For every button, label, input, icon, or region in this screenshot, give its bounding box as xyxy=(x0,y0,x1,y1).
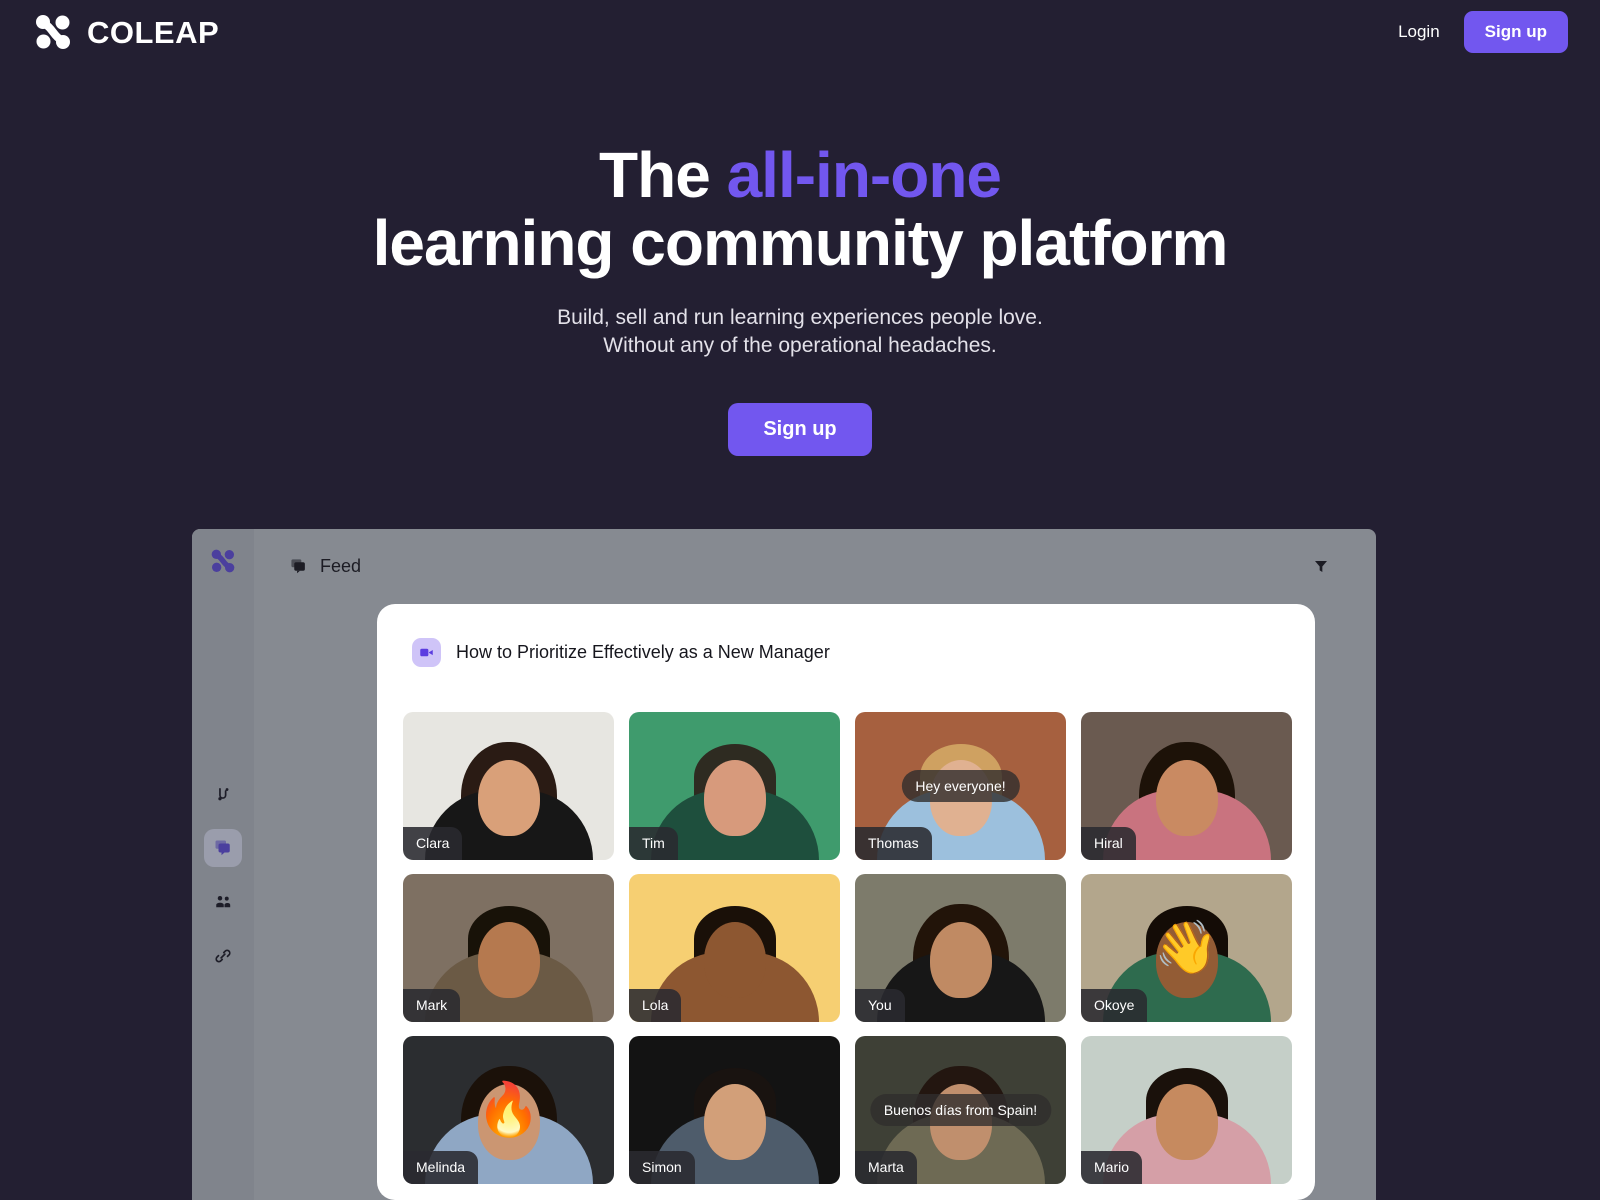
app-sidebar xyxy=(192,529,254,1200)
participant-name: Thomas xyxy=(855,827,932,860)
feed-post-title: How to Prioritize Effectively as a New M… xyxy=(456,641,830,662)
feed-tab-label: Feed xyxy=(320,555,362,576)
chat-bubble: Buenos días from Spain! xyxy=(869,1094,1052,1126)
hero-title-accent: all-in-one xyxy=(726,139,1002,211)
fire-emoji-icon: 🔥 xyxy=(476,1081,541,1139)
participant-tile[interactable]: Hiral xyxy=(1081,712,1292,860)
feed-post-header: How to Prioritize Effectively as a New M… xyxy=(412,630,1289,674)
path-route-icon xyxy=(217,787,228,800)
feed-chat-icon xyxy=(291,558,305,573)
hero-section: The all-in-one learning community platfo… xyxy=(0,64,1600,456)
participant-tile[interactable]: Clara xyxy=(403,712,614,860)
coleap-logo-icon[interactable] xyxy=(209,547,237,575)
participant-name: Simon xyxy=(629,1151,695,1184)
feed-tab[interactable]: Feed xyxy=(290,556,361,577)
participant-grid: Clara Tim Hey everyone! Thomas Hiral Mark Lola… xyxy=(403,712,1292,1184)
participant-name: You xyxy=(855,989,905,1022)
participant-tile[interactable]: Buenos días from Spain! Marta xyxy=(855,1036,1066,1184)
app-topbar: Feed xyxy=(254,529,1376,603)
participant-name: Mark xyxy=(403,989,461,1022)
coleap-logo-icon xyxy=(36,15,70,49)
portrait-head xyxy=(703,922,766,998)
video-badge xyxy=(412,637,441,667)
portrait-head xyxy=(477,760,540,836)
participant-tile[interactable]: 👋 Okoye xyxy=(1081,874,1292,1022)
sidebar-item-path[interactable] xyxy=(204,775,242,813)
brand-name: COLEAP xyxy=(87,14,220,50)
portrait-head xyxy=(1155,1084,1218,1160)
top-navigation: COLEAP Login Sign up xyxy=(0,0,1600,64)
portrait-head xyxy=(929,922,992,998)
sidebar-item-links[interactable] xyxy=(204,937,242,975)
feed-chat-icon xyxy=(215,840,230,856)
feed-post-card: How to Prioritize Effectively as a New M… xyxy=(377,604,1315,1200)
chat-bubble: Hey everyone! xyxy=(901,770,1020,802)
signup-button-nav[interactable]: Sign up xyxy=(1463,11,1568,53)
participant-name: Melinda xyxy=(403,1151,479,1184)
app-mockup: Feed How to Prioritize Effectively as a … xyxy=(192,529,1376,1200)
waving-hand-emoji-icon: 👋 xyxy=(1154,919,1219,977)
login-link[interactable]: Login xyxy=(1398,22,1440,42)
participant-tile[interactable]: You xyxy=(855,874,1066,1022)
participant-name: Marta xyxy=(855,1151,917,1184)
hero-title-line2: learning community platform xyxy=(372,207,1229,280)
portrait-head xyxy=(477,922,540,998)
participant-tile[interactable]: 🔥 Melinda xyxy=(403,1036,614,1184)
participant-name: Lola xyxy=(629,989,682,1022)
sidebar-item-people[interactable] xyxy=(204,883,242,921)
filter-button[interactable] xyxy=(1302,547,1340,585)
participant-name: Okoye xyxy=(1081,989,1148,1022)
portrait-head xyxy=(703,760,766,836)
video-camera-icon xyxy=(420,648,433,656)
filter-funnel-icon xyxy=(1315,561,1327,572)
participant-name: Tim xyxy=(629,827,678,860)
brand-logo[interactable]: COLEAP xyxy=(32,11,219,53)
link-chain-icon xyxy=(215,949,231,963)
participant-name: Mario xyxy=(1081,1151,1143,1184)
participant-tile[interactable]: Simon xyxy=(629,1036,840,1184)
participant-tile[interactable]: Mark xyxy=(403,874,614,1022)
participant-name: Hiral xyxy=(1081,827,1136,860)
hero-subtitle-line2: Without any of the operational headaches… xyxy=(603,333,997,357)
page-title: The all-in-one learning community platfo… xyxy=(0,141,1600,278)
hero-subtitle: Build, sell and run learning experiences… xyxy=(0,304,1600,360)
portrait-head xyxy=(703,1084,766,1160)
nav-actions: Login Sign up xyxy=(1398,11,1568,53)
participant-tile[interactable]: Tim xyxy=(629,712,840,860)
sidebar-item-feed[interactable] xyxy=(204,829,242,867)
participant-tile[interactable]: Lola xyxy=(629,874,840,1022)
participant-name: Clara xyxy=(403,827,463,860)
participant-tile[interactable]: Mario xyxy=(1081,1036,1292,1184)
app-main: Feed How to Prioritize Effectively as a … xyxy=(254,529,1376,1200)
portrait-head xyxy=(1155,760,1218,836)
hero-subtitle-line1: Build, sell and run learning experiences… xyxy=(557,305,1043,329)
people-group-icon xyxy=(216,896,231,908)
hero-title-line1: The all-in-one xyxy=(599,139,1002,211)
participant-tile[interactable]: Hey everyone! Thomas xyxy=(855,712,1066,860)
signup-button-hero[interactable]: Sign up xyxy=(728,402,872,456)
